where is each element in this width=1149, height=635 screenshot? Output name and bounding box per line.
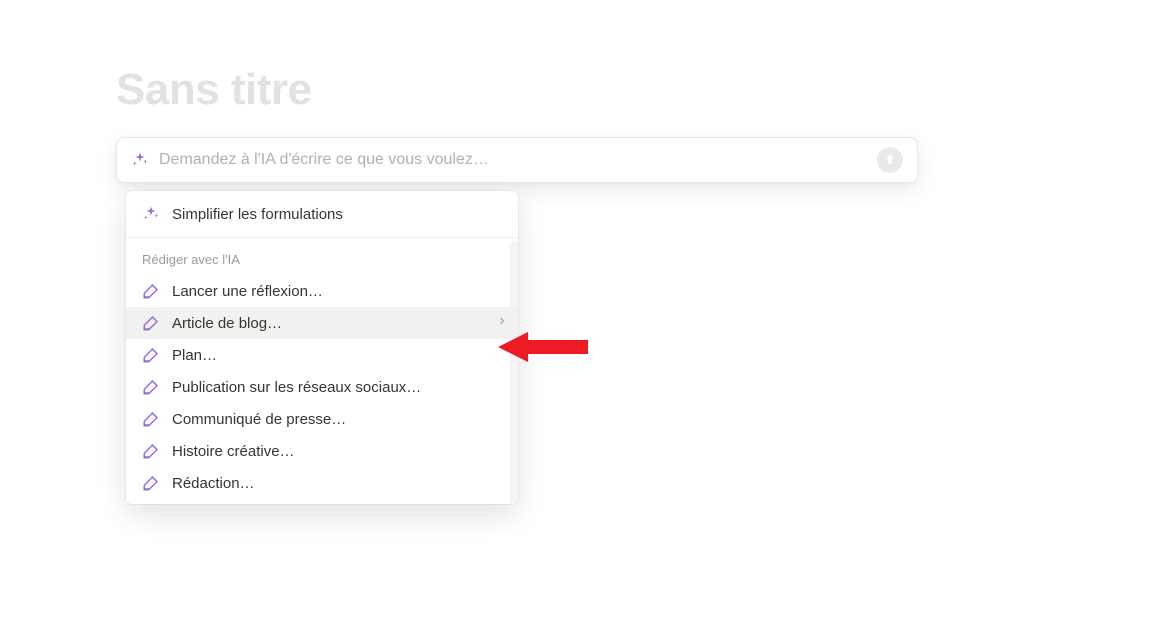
chevron-right-icon	[496, 314, 508, 332]
menu-item-essay[interactable]: Rédaction…	[126, 467, 518, 504]
simplify-action[interactable]: Simplifier les formulations	[126, 191, 518, 238]
pencil-icon	[142, 314, 160, 332]
menu-label: Plan…	[172, 347, 217, 364]
menu-item-press-release[interactable]: Communiqué de presse…	[126, 403, 518, 435]
menu-label: Communiqué de presse…	[172, 411, 346, 428]
menu-label: Article de blog…	[172, 315, 282, 332]
menu-item-social-post[interactable]: Publication sur les réseaux sociaux…	[126, 371, 518, 403]
sparkle-icon	[131, 151, 149, 169]
menu-label: Rédaction…	[172, 475, 255, 492]
menu-label: Publication sur les réseaux sociaux…	[172, 379, 421, 396]
pencil-icon	[142, 346, 160, 364]
ai-prompt-input[interactable]	[159, 151, 877, 169]
menu-item-creative-story[interactable]: Histoire créative…	[126, 435, 518, 467]
menu-label: Lancer une réflexion…	[172, 283, 323, 300]
pencil-icon	[142, 442, 160, 460]
ai-suggestions-dropdown: Simplifier les formulations Rédiger avec…	[126, 191, 518, 504]
arrow-up-icon	[883, 152, 897, 169]
simplify-label: Simplifier les formulations	[172, 206, 343, 223]
page-title[interactable]: Sans titre	[116, 65, 312, 115]
menu-label: Histoire créative…	[172, 443, 295, 460]
section-header: Rédiger avec l'IA	[126, 238, 518, 275]
menu-item-blog-post[interactable]: Article de blog…	[126, 307, 518, 339]
pencil-icon	[142, 282, 160, 300]
pencil-icon	[142, 474, 160, 492]
pencil-icon	[142, 378, 160, 396]
pencil-icon	[142, 410, 160, 428]
sparkle-icon	[142, 205, 160, 223]
submit-button[interactable]	[877, 147, 903, 173]
ai-prompt-bar[interactable]	[116, 137, 918, 183]
menu-item-brainstorm[interactable]: Lancer une réflexion…	[126, 275, 518, 307]
menu-item-outline[interactable]: Plan…	[126, 339, 518, 371]
